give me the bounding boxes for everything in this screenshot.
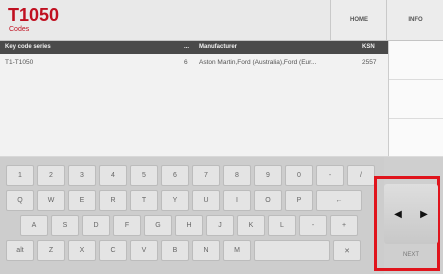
key-alt[interactable]: alt: [6, 240, 34, 261]
key-h[interactable]: H: [175, 215, 203, 236]
column-ksn: KSN: [362, 44, 375, 50]
key-3[interactable]: 3: [68, 165, 96, 186]
key-l[interactable]: L: [268, 215, 296, 236]
key-b[interactable]: B: [161, 240, 189, 261]
key-2[interactable]: 2: [37, 165, 65, 186]
side-button-1[interactable]: [389, 41, 443, 80]
column-manufacturer: Manufacturer: [199, 44, 238, 50]
key-j[interactable]: J: [206, 215, 234, 236]
key-9[interactable]: 9: [254, 165, 282, 186]
navigation-arrows: ◀ ▶: [384, 184, 438, 244]
column-count: ...: [184, 44, 190, 50]
key-c[interactable]: C: [99, 240, 127, 261]
key-✕[interactable]: ✕: [333, 240, 361, 261]
key-y[interactable]: Y: [161, 190, 189, 211]
key-s[interactable]: S: [51, 215, 79, 236]
home-button[interactable]: HOME: [330, 0, 387, 40]
table-header: Key code series ... Manufacturer KSN: [0, 41, 388, 54]
key-u[interactable]: U: [192, 190, 220, 211]
key-4[interactable]: 4: [99, 165, 127, 186]
cell-manufacturer: Aston Martin,Ford (Australia),Ford (Eur.…: [199, 59, 317, 66]
cell-count: 6: [184, 59, 188, 66]
cell-ksn: 2557: [362, 59, 377, 66]
side-button-3[interactable]: [389, 119, 443, 157]
key-q[interactable]: Q: [6, 190, 34, 211]
cell-key-code-series: T1-T1050: [5, 59, 34, 66]
key-space[interactable]: [254, 240, 330, 261]
key-r[interactable]: R: [99, 190, 127, 211]
key-n[interactable]: N: [192, 240, 220, 261]
key-1[interactable]: 1: [6, 165, 34, 186]
table-row[interactable]: T1-T1050 6 Aston Martin,Ford (Australia)…: [0, 56, 388, 69]
page-title: T1050: [8, 5, 60, 25]
key-0[interactable]: 0: [285, 165, 313, 186]
key-v[interactable]: V: [130, 240, 158, 261]
key-5[interactable]: 5: [130, 165, 158, 186]
key-m[interactable]: M: [223, 240, 251, 261]
key-i[interactable]: I: [223, 190, 251, 211]
key-7[interactable]: 7: [192, 165, 220, 186]
column-key-code-series: Key code series: [5, 44, 51, 50]
key-z[interactable]: Z: [37, 240, 65, 261]
key--[interactable]: -: [299, 215, 327, 236]
side-button-2[interactable]: [389, 80, 443, 119]
key-p[interactable]: P: [285, 190, 313, 211]
arrow-right-icon[interactable]: ▶: [413, 201, 435, 227]
on-screen-keyboard: 1 2 3 4 5 6 7 8 9 0- / Q W E R T Y U I O P ← A S D F G H J K L - + alt Z X C…: [0, 157, 384, 274]
key-←[interactable]: ←: [316, 190, 362, 211]
key-a[interactable]: A: [20, 215, 48, 236]
results-table: Key code series ... Manufacturer KSN T1-…: [0, 41, 388, 156]
info-button[interactable]: INFO: [386, 0, 443, 40]
key-e[interactable]: E: [68, 190, 96, 211]
key--[interactable]: -: [316, 165, 344, 186]
key-/[interactable]: /: [347, 165, 375, 186]
key-f[interactable]: F: [113, 215, 141, 236]
side-panel: [388, 41, 443, 157]
key-d[interactable]: D: [82, 215, 110, 236]
key-+[interactable]: +: [330, 215, 358, 236]
header-bar: T1050 Codes HOME INFO: [0, 0, 443, 41]
key-g[interactable]: G: [144, 215, 172, 236]
key-k[interactable]: K: [237, 215, 265, 236]
key-8[interactable]: 8: [223, 165, 251, 186]
key-o[interactable]: O: [254, 190, 282, 211]
key-w[interactable]: W: [37, 190, 65, 211]
next-button[interactable]: NEXT: [384, 252, 438, 258]
key-t[interactable]: T: [130, 190, 158, 211]
key-x[interactable]: X: [68, 240, 96, 261]
arrow-left-icon[interactable]: ◀: [387, 201, 409, 227]
key-6[interactable]: 6: [161, 165, 189, 186]
page-subtitle: Codes: [9, 26, 30, 33]
